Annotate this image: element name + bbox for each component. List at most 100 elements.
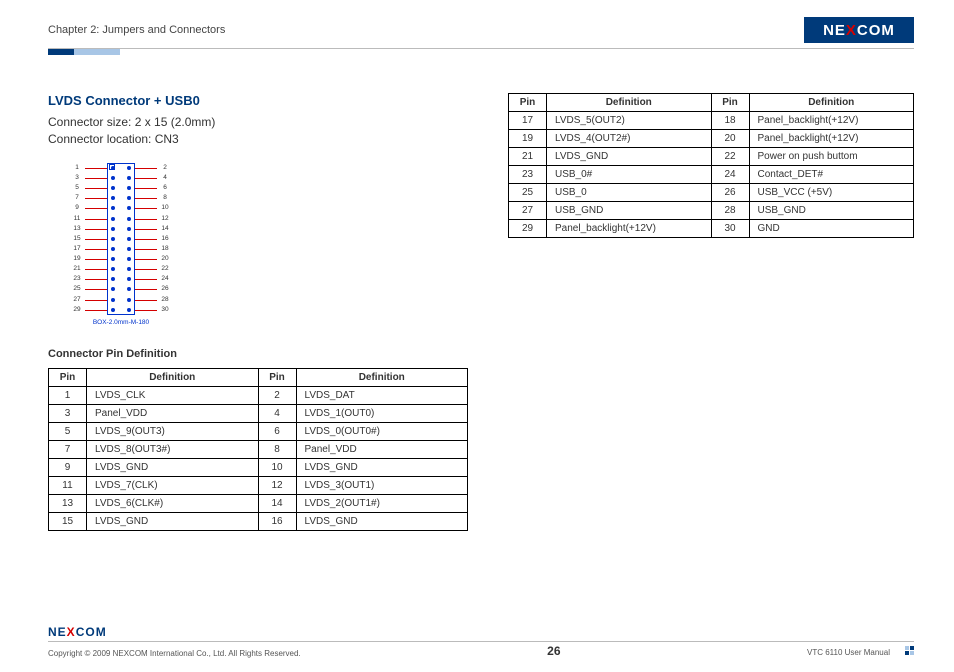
copyright: Copyright © 2009 NEXCOM International Co… — [48, 649, 301, 658]
header: Chapter 2: Jumpers and Connectors NEXCOM — [48, 18, 914, 42]
pin-cell: 25 — [509, 184, 547, 202]
logo-top: NEXCOM — [804, 17, 914, 43]
pin-cell: 20 — [711, 130, 749, 148]
table-row: 27USB_GND28USB_GND — [509, 202, 914, 220]
def-cell: LVDS_2(OUT1#) — [296, 494, 468, 512]
def-cell: LVDS_7(CLK) — [87, 476, 259, 494]
table-row: 21LVDS_GND22Power on push buttom — [509, 148, 914, 166]
th-def: Definition — [87, 368, 259, 386]
pin-cell: 18 — [711, 112, 749, 130]
connector-size: Connector size: 2 x 15 (2.0mm) — [48, 114, 468, 131]
def-cell: Panel_backlight(+12V) — [749, 130, 914, 148]
th-pin: Pin — [711, 94, 749, 112]
th-def: Definition — [749, 94, 914, 112]
table-row: 7LVDS_8(OUT3#)8Panel_VDD — [49, 440, 468, 458]
def-cell: LVDS_GND — [547, 148, 712, 166]
def-cell: Contact_DET# — [749, 166, 914, 184]
connector-diagram: BOX-2.0mm-M-180 123456789101112131415161… — [56, 163, 186, 326]
pin-cell: 22 — [711, 148, 749, 166]
pin-cell: 30 — [711, 220, 749, 238]
accent-bar — [48, 49, 914, 55]
table-row: 3Panel_VDD4LVDS_1(OUT0) — [49, 404, 468, 422]
def-cell: LVDS_0(OUT0#) — [296, 422, 468, 440]
pin-cell: 26 — [711, 184, 749, 202]
footer-logo: NEXCOM — [48, 625, 914, 639]
pin-cell: 2 — [258, 386, 296, 404]
pin-cell: 27 — [509, 202, 547, 220]
def-cell: LVDS_9(OUT3) — [87, 422, 259, 440]
def-cell: Panel_VDD — [87, 404, 259, 422]
table-row: 17LVDS_5(OUT2)18Panel_backlight(+12V) — [509, 112, 914, 130]
def-cell: GND — [749, 220, 914, 238]
def-cell: LVDS_4(OUT2#) — [547, 130, 712, 148]
def-cell: LVDS_GND — [87, 458, 259, 476]
def-cell: USB_0# — [547, 166, 712, 184]
pin-cell: 17 — [509, 112, 547, 130]
th-pin: Pin — [49, 368, 87, 386]
def-cell: Panel_backlight(+12V) — [547, 220, 712, 238]
def-cell: USB_GND — [749, 202, 914, 220]
pin-cell: 21 — [509, 148, 547, 166]
pin-cell: 6 — [258, 422, 296, 440]
table-row: 15LVDS_GND16LVDS_GND — [49, 512, 468, 530]
table-row: 25USB_026USB_VCC (+5V) — [509, 184, 914, 202]
pin-cell: 19 — [509, 130, 547, 148]
pin-cell: 3 — [49, 404, 87, 422]
page-number: 26 — [547, 644, 560, 658]
pin-cell: 10 — [258, 458, 296, 476]
pin-cell: 24 — [711, 166, 749, 184]
def-cell: LVDS_DAT — [296, 386, 468, 404]
pin-cell: 16 — [258, 512, 296, 530]
def-cell: LVDS_3(OUT1) — [296, 476, 468, 494]
def-cell: LVDS_GND — [296, 512, 468, 530]
table-row: 19LVDS_4(OUT2#)20Panel_backlight(+12V) — [509, 130, 914, 148]
pin-cell: 9 — [49, 458, 87, 476]
pin-cell: 13 — [49, 494, 87, 512]
def-cell: LVDS_CLK — [87, 386, 259, 404]
section-title: LVDS Connector + USB0 — [48, 93, 468, 108]
pin-cell: 23 — [509, 166, 547, 184]
pin-cell: 1 — [49, 386, 87, 404]
def-cell: USB_0 — [547, 184, 712, 202]
pin-table-1: Pin Definition Pin Definition 1LVDS_CLK2… — [48, 368, 468, 531]
pin-table-2: Pin Definition Pin Definition 17LVDS_5(O… — [508, 93, 914, 238]
def-cell: LVDS_GND — [87, 512, 259, 530]
table-row: 23USB_0#24Contact_DET# — [509, 166, 914, 184]
pin-cell: 29 — [509, 220, 547, 238]
diagram-label: BOX-2.0mm-M-180 — [56, 319, 186, 326]
pin-cell: 4 — [258, 404, 296, 422]
def-cell: LVDS_1(OUT0) — [296, 404, 468, 422]
table-row: 29Panel_backlight(+12V)30GND — [509, 220, 914, 238]
table-row: 5LVDS_9(OUT3)6LVDS_0(OUT0#) — [49, 422, 468, 440]
footer: NEXCOM Copyright © 2009 NEXCOM Internati… — [48, 625, 914, 658]
def-cell: LVDS_GND — [296, 458, 468, 476]
pin-cell: 12 — [258, 476, 296, 494]
def-cell: USB_GND — [547, 202, 712, 220]
pin-cell: 8 — [258, 440, 296, 458]
table-row: 1LVDS_CLK2LVDS_DAT — [49, 386, 468, 404]
def-cell: Panel_backlight(+12V) — [749, 112, 914, 130]
def-cell: USB_VCC (+5V) — [749, 184, 914, 202]
table-row: 11LVDS_7(CLK)12LVDS_3(OUT1) — [49, 476, 468, 494]
pin-cell: 11 — [49, 476, 87, 494]
pin-def-title: Connector Pin Definition — [48, 348, 468, 360]
pin-cell: 7 — [49, 440, 87, 458]
pin-cell: 15 — [49, 512, 87, 530]
footer-deco-icon — [896, 646, 914, 658]
pin-cell: 5 — [49, 422, 87, 440]
def-cell: LVDS_8(OUT3#) — [87, 440, 259, 458]
th-pin: Pin — [258, 368, 296, 386]
pin-cell: 28 — [711, 202, 749, 220]
def-cell: Power on push buttom — [749, 148, 914, 166]
def-cell: Panel_VDD — [296, 440, 468, 458]
def-cell: LVDS_5(OUT2) — [547, 112, 712, 130]
th-def: Definition — [547, 94, 712, 112]
table-row: 13LVDS_6(CLK#)14LVDS_2(OUT1#) — [49, 494, 468, 512]
def-cell: LVDS_6(CLK#) — [87, 494, 259, 512]
th-pin: Pin — [509, 94, 547, 112]
connector-location: Connector location: CN3 — [48, 131, 468, 148]
th-def: Definition — [296, 368, 468, 386]
table-row: 9LVDS_GND10LVDS_GND — [49, 458, 468, 476]
pin-cell: 14 — [258, 494, 296, 512]
chapter-title: Chapter 2: Jumpers and Connectors — [48, 24, 225, 36]
